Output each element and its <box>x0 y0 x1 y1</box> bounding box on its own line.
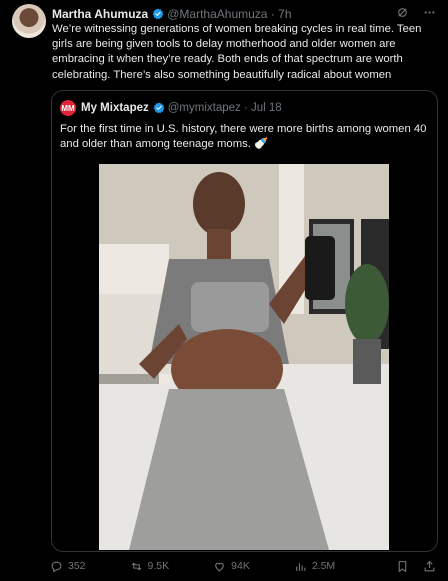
quoted-tweet[interactable]: MM My Mixtapez @mymixtapez · Jul 18 For … <box>51 90 438 552</box>
author-name[interactable]: Martha Ahumuza <box>52 7 148 21</box>
reply-button[interactable]: 352 <box>50 560 86 573</box>
author-avatar[interactable] <box>12 4 46 38</box>
tweet-actions: 352 9.5K 94K 2.5M <box>50 558 436 574</box>
timestamp[interactable]: 7h <box>278 7 291 21</box>
quote-author-logo: MM <box>60 100 76 116</box>
repost-button[interactable]: 9.5K <box>130 560 170 573</box>
share-icon[interactable] <box>423 560 436 573</box>
verified-icon <box>152 8 164 20</box>
view-count: 2.5M <box>311 560 336 572</box>
author-handle[interactable]: @MarthaAhumuza <box>167 7 267 21</box>
quote-author-handle: @mymixtapez <box>167 102 241 114</box>
repost-icon <box>131 561 141 571</box>
mirror-selfie-image <box>99 164 389 550</box>
like-count: 94K <box>231 560 250 572</box>
more-options-icon[interactable] <box>423 6 436 19</box>
reply-count: 352 <box>68 560 86 572</box>
views-button[interactable]: 2.5M <box>294 560 335 573</box>
quote-date: Jul 18 <box>251 102 282 114</box>
repost-count: 9.5K <box>147 560 170 572</box>
quote-photo[interactable] <box>99 164 389 550</box>
bookmark-icon[interactable] <box>396 560 409 573</box>
quote-text: For the first time in U.S. history, ther… <box>60 123 427 151</box>
separator-dot: · <box>267 7 279 21</box>
tweet-header: Martha Ahumuza @MarthaAhumuza · 7h <box>52 6 436 22</box>
quote-author-name: My Mixtapez <box>81 102 149 114</box>
reply-icon <box>51 561 62 572</box>
verified-icon <box>153 102 165 114</box>
separator-dot: · <box>240 102 252 114</box>
like-button[interactable]: 94K <box>213 560 250 573</box>
grok-icon[interactable] <box>396 6 409 19</box>
tweet-text: We’re witnessing generations of women br… <box>52 23 422 81</box>
heart-icon <box>215 562 224 571</box>
analytics-icon <box>295 562 306 571</box>
